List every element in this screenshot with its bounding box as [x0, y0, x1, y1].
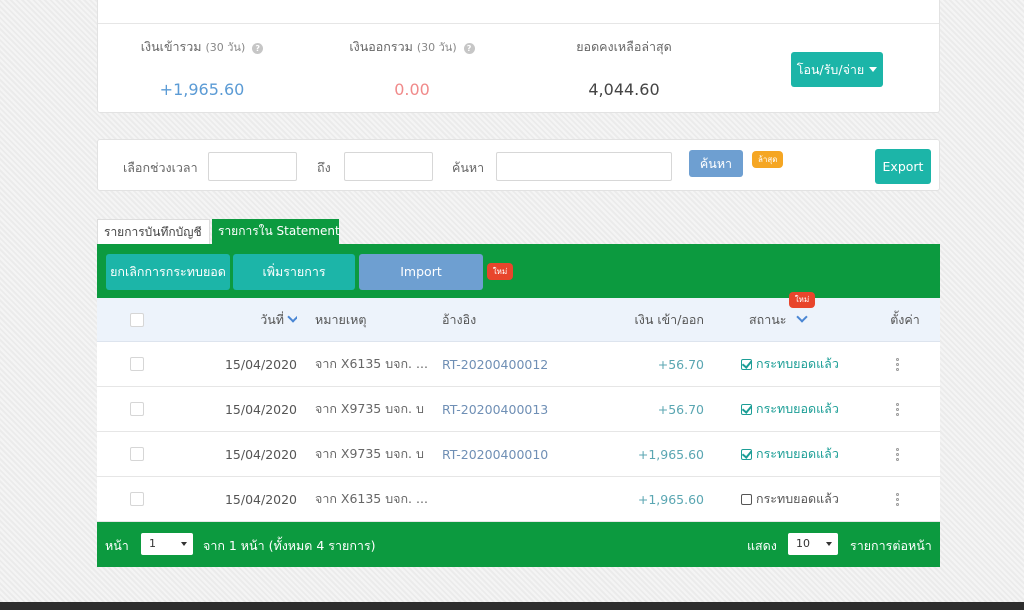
table-row[interactable]: 15/04/2020 จาก X9735 บจก. บ RT-20200400010…: [97, 432, 940, 477]
header-ref: อ้างอิง: [442, 311, 477, 327]
expense-label: เงินออกรวม (30 วัน) ?: [312, 37, 512, 57]
row-settings[interactable]: [857, 342, 937, 386]
kebab-menu-icon[interactable]: [895, 357, 899, 371]
kebab-menu-icon[interactable]: [895, 492, 899, 506]
tab-statement[interactable]: รายการใน Statement: [212, 219, 340, 244]
row-ref[interactable]: RT-20200400012: [442, 342, 582, 386]
page-info: จาก 1 หน้า (ทั้งหมด 4 รายการ): [203, 538, 376, 553]
search-input[interactable]: [496, 152, 672, 181]
statement-table: วันที่ หมายเหตุ อ้างอิง เงิน เข้า/ออก สถ…: [97, 292, 940, 522]
table-row[interactable]: 15/04/2020 จาก X6135 บจก. ... RT-202004000…: [97, 342, 940, 387]
per-page-select[interactable]: 10: [788, 533, 838, 555]
row-note: จาก X6135 บจก. ...: [315, 356, 428, 371]
chevron-down-icon: [796, 311, 809, 323]
row-note: จาก X9735 บจก. บ: [315, 401, 424, 416]
pagination-bar: หน้า 1 จาก 1 หน้า (ทั้งหมด 4 รายการ) แสด…: [97, 522, 940, 567]
summary-card: เงินเข้ารวม (30 วัน) ? +1,965.60 เงินออก…: [97, 0, 940, 113]
export-button[interactable]: Export: [875, 149, 931, 184]
row-amount: +56.70: [657, 356, 704, 372]
select-all-checkbox[interactable]: [130, 312, 144, 327]
show-label: แสดง: [747, 538, 777, 553]
date-from-input[interactable]: [208, 152, 297, 181]
balance-stat: ยอดคงเหลือล่าสุด 4,044.60: [524, 37, 724, 99]
row-checkbox[interactable]: [130, 357, 144, 371]
add-item-button[interactable]: เพิ่มรายการ: [233, 254, 355, 290]
row-checkbox[interactable]: [130, 447, 144, 461]
period-label: เลือกช่วงเวลา: [123, 160, 198, 175]
checked-box-icon: [741, 403, 752, 415]
status-new-badge: ใหม่: [789, 292, 815, 308]
to-label: ถึง: [317, 160, 331, 175]
date-to-input[interactable]: [344, 152, 433, 181]
row-note: จาก X6135 บจก. ...: [315, 491, 428, 506]
row-ref[interactable]: [442, 477, 582, 521]
row-status[interactable]: กระทบยอดแล้ว: [741, 387, 871, 431]
income-label: เงินเข้ารวม (30 วัน) ?: [102, 37, 302, 57]
expense-value: 0.00: [394, 80, 430, 99]
balance-label: ยอดคงเหลือล่าสุด: [576, 39, 672, 54]
header-date[interactable]: วันที่: [197, 298, 297, 341]
checked-box-icon: [741, 358, 752, 370]
filter-card: เลือกช่วงเวลา ถึง ค้นหา ค้นหา ล้าสุด Exp…: [97, 139, 940, 191]
help-icon[interactable]: ?: [252, 43, 264, 54]
balance-value: 4,044.60: [588, 80, 660, 99]
row-amount: +56.70: [657, 401, 704, 417]
row-checkbox[interactable]: [130, 492, 144, 506]
row-settings[interactable]: [857, 387, 937, 431]
row-ref[interactable]: RT-20200400010: [442, 432, 582, 476]
latest-badge[interactable]: ล้าสุด: [752, 151, 784, 168]
header-checkbox-cell: [130, 298, 150, 341]
table-header: วันที่ หมายเหตุ อ้างอิง เงิน เข้า/ออก สถ…: [97, 292, 940, 342]
income-stat: เงินเข้ารวม (30 วัน) ? +1,965.60: [102, 37, 302, 99]
transfer-button[interactable]: โอน/รับ/จ่าย: [791, 52, 883, 87]
row-amount: +1,965.60: [637, 446, 704, 462]
summary-divider: [98, 23, 939, 24]
row-checkbox-cell: [130, 477, 150, 521]
row-checkbox-cell: [130, 432, 150, 476]
row-status[interactable]: กระทบยอดแล้ว: [741, 432, 871, 476]
row-status[interactable]: กระทบยอดแล้ว: [741, 477, 871, 521]
row-date: 15/04/2020: [224, 401, 297, 417]
table-body: 15/04/2020 จาก X6135 บจก. ... RT-202004000…: [97, 342, 940, 522]
help-icon[interactable]: ?: [463, 43, 475, 54]
row-date: 15/04/2020: [224, 356, 297, 372]
row-status[interactable]: กระทบยอดแล้ว: [741, 342, 871, 386]
search-button[interactable]: ค้นหา: [689, 150, 743, 177]
cancel-reconcile-button[interactable]: ยกเลิกการกระทบยอด: [106, 254, 230, 290]
table-row[interactable]: 15/04/2020 จาก X9735 บจก. บ RT-20200400013…: [97, 387, 940, 432]
row-settings[interactable]: [857, 432, 937, 476]
row-date: 15/04/2020: [224, 446, 297, 462]
income-value: +1,965.60: [159, 80, 245, 99]
per-page-label: รายการต่อหน้า: [850, 538, 932, 553]
chevron-down-icon: [287, 311, 297, 323]
unchecked-box-icon: [741, 493, 752, 505]
kebab-menu-icon[interactable]: [895, 402, 899, 416]
statement-panel: ยกเลิกการกระทบยอด เพิ่มรายการ Import ใหม…: [97, 244, 940, 567]
header-settings: ตั้งค่า: [890, 311, 920, 327]
row-note: จาก X9735 บจก. บ: [315, 446, 424, 461]
row-settings[interactable]: [857, 477, 937, 521]
row-checkbox[interactable]: [130, 402, 144, 416]
import-button[interactable]: Import: [359, 254, 483, 290]
page-select[interactable]: 1: [141, 533, 193, 555]
row-checkbox-cell: [130, 387, 150, 431]
row-ref[interactable]: RT-20200400013: [442, 387, 582, 431]
caret-down-icon: [869, 66, 878, 72]
bottom-bar: [0, 602, 1024, 610]
table-row[interactable]: 15/04/2020 จาก X6135 บจก. ... +1,965.60 กระ…: [97, 477, 940, 522]
expense-stat: เงินออกรวม (30 วัน) ? 0.00: [312, 37, 512, 99]
header-note: หมายเหตุ: [315, 311, 367, 327]
kebab-menu-icon[interactable]: [895, 447, 899, 461]
caret-down-icon: [181, 542, 187, 546]
tab-ledger[interactable]: รายการบันทึกบัญชี: [97, 219, 210, 244]
search-label: ค้นหา: [452, 160, 485, 175]
header-amount: เงิน เข้า/ออก: [634, 311, 704, 327]
checked-box-icon: [741, 448, 752, 460]
row-amount: +1,965.60: [637, 491, 704, 507]
row-date: 15/04/2020: [224, 491, 297, 507]
row-checkbox-cell: [130, 342, 150, 386]
page-label: หน้า: [105, 538, 129, 553]
new-badge: ใหม่: [487, 263, 513, 280]
caret-down-icon: [826, 542, 832, 546]
